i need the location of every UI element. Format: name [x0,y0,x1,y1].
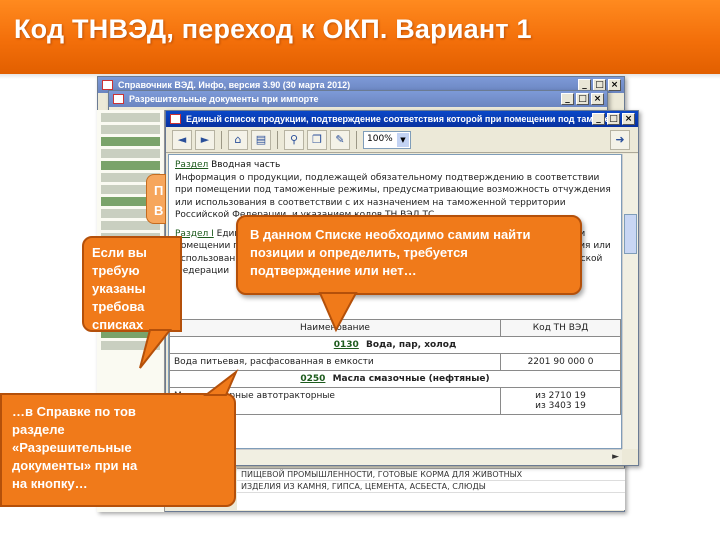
maximize-icon[interactable]: □ [576,93,589,105]
scroll-right-icon[interactable]: ► [612,452,619,462]
toolbar-divider [221,130,222,149]
group-cell: 0250 Масла смазочные (нефтяные) [169,370,621,388]
toolbar-divider [277,130,278,149]
slide-header: Код ТНВЭД, переход к ОКП. Вариант 1 [0,0,720,74]
copy-icon[interactable]: ❐ [307,129,327,150]
table-row: Масла моторные автотракторные из 2710 19… [169,387,621,415]
callout-bottom-line: «Разрешительные [12,440,132,455]
chevron-down-icon[interactable]: ▼ [397,132,409,147]
section-link[interactable]: Раздел [175,160,208,170]
table-row-group: 0130 Вода, пар, холод [169,336,621,354]
close-icon[interactable]: × [608,79,621,91]
callout-bottom: …в Справке по тов разделе «Разрешительны… [0,393,236,507]
callout-left-line: списках [92,317,144,332]
permits-window-titlebar[interactable]: Разрешительные документы при импорте _ □… [109,91,607,107]
callout-left-line: требова [92,299,145,314]
column-header-code: Код ТН ВЭД [500,319,621,337]
minimize-icon[interactable]: _ [561,93,574,105]
document-toolbar: ◄ ► ⌂ ▤ ⚲ ❐ ✎ 100% ▼ ➜ [166,127,638,153]
product-name: Вода питьевая, расфасованная в емкости [169,353,501,371]
vertical-scrollbar[interactable] [622,154,638,449]
goods-list[interactable]: ПИЩЕВОЙ ПРОМЫШЛЕННОСТИ, ГОТОВЫЕ КОРМА ДЛ… [237,468,625,510]
zoom-value: 100% [367,133,393,144]
tree-line [101,341,160,350]
callout-left-line: требую [92,263,140,278]
products-table: Наименование Код ТН ВЭД 0130 Вода, пар, … [169,319,621,415]
callout-left-line: указаны [92,281,146,296]
maximize-icon[interactable]: □ [607,113,620,125]
callout-bottom-line: …в Справке по тов [12,404,136,419]
forward-icon[interactable]: ► [195,129,215,150]
callout-partial-line: П [154,183,164,198]
callout-left: Если вы требую указаны требова списках [82,236,182,332]
tree-line [101,125,160,134]
list-item[interactable]: ИЗДЕЛИЯ ИЗ КАМНЯ, ГИПСА, ЦЕМЕНТА, АСБЕСТ… [237,481,625,493]
back-icon[interactable]: ◄ [172,129,192,150]
group-name: Масла смазочные (нефтяные) [332,374,490,384]
callout-partial: П В [146,174,166,224]
slide-title: Код ТНВЭД, переход к ОКП. Вариант 1 [14,14,532,44]
table-row-group: 0250 Масла смазочные (нефтяные) [169,370,621,388]
group-cell: 0130 Вода, пар, холод [169,336,621,354]
tree-line [101,113,160,122]
scroll-thumb[interactable] [624,214,637,254]
callout-left-line: Если вы [92,245,147,260]
search-icon[interactable]: ⚲ [284,129,304,150]
callout-center: В данном Списке необходимо самим найти п… [236,215,582,295]
bookmark-icon[interactable]: ✎ [330,129,350,150]
callout-bottom-line: документы» при на [12,458,138,473]
tnved-code: 2201 90 000 0 [500,353,621,371]
section-heading: Вводная часть [211,160,281,170]
tree-line [101,149,160,158]
print-icon[interactable]: ▤ [251,129,271,150]
section-intro: Раздел Вводная часть [175,159,615,172]
main-window-title: Справочник ВЭД. Инфо, версия 3.90 (30 ма… [118,80,351,90]
group-code-link[interactable]: 0250 [300,374,325,384]
tree-line [101,137,160,146]
document-content[interactable]: Раздел Вводная часть Информация о продук… [168,154,622,449]
close-icon[interactable]: × [622,113,635,125]
tree-line [101,161,160,170]
section-intro-text: Информация о продукции, подлежащей обяза… [175,172,611,221]
minimize-icon[interactable]: _ [592,113,605,125]
horizontal-scrollbar[interactable]: ◄ ► [168,449,622,465]
table-row: Вода питьевая, расфасованная в емкости 2… [169,353,621,371]
zoom-select[interactable]: 100% ▼ [363,130,411,149]
callout-bottom-line: на кнопку… [12,476,88,491]
home-icon[interactable]: ⌂ [228,129,248,150]
callout-partial-line: В [154,203,164,218]
toolbar-divider [356,130,357,149]
doc-icon [170,114,181,124]
unified-list-title: Единый список продукции, подтверждение с… [186,114,618,124]
column-header-name: Наименование [169,319,501,337]
close-icon[interactable]: × [591,93,604,105]
group-name: Вода, пар, холод [365,340,457,350]
list-item[interactable]: ПИЩЕВОЙ ПРОМЫШЛЕННОСТИ, ГОТОВЫЕ КОРМА ДЛ… [237,469,625,481]
app-icon [102,80,113,90]
tnved-code: из 2710 19 из 3403 19 [500,387,621,415]
export-icon[interactable]: ➜ [610,129,630,150]
table-header-row: Наименование Код ТН ВЭД [169,319,621,337]
doc-icon [113,94,124,104]
unified-list-controls: _ □ × [592,113,635,125]
permits-window-title: Разрешительные документы при импорте [129,94,319,104]
unified-list-titlebar[interactable]: Единый список продукции, подтверждение с… [166,111,638,127]
group-code-link[interactable]: 0130 [334,340,359,350]
permits-window-controls: _ □ × [561,93,604,105]
callout-bottom-line: разделе [12,422,65,437]
